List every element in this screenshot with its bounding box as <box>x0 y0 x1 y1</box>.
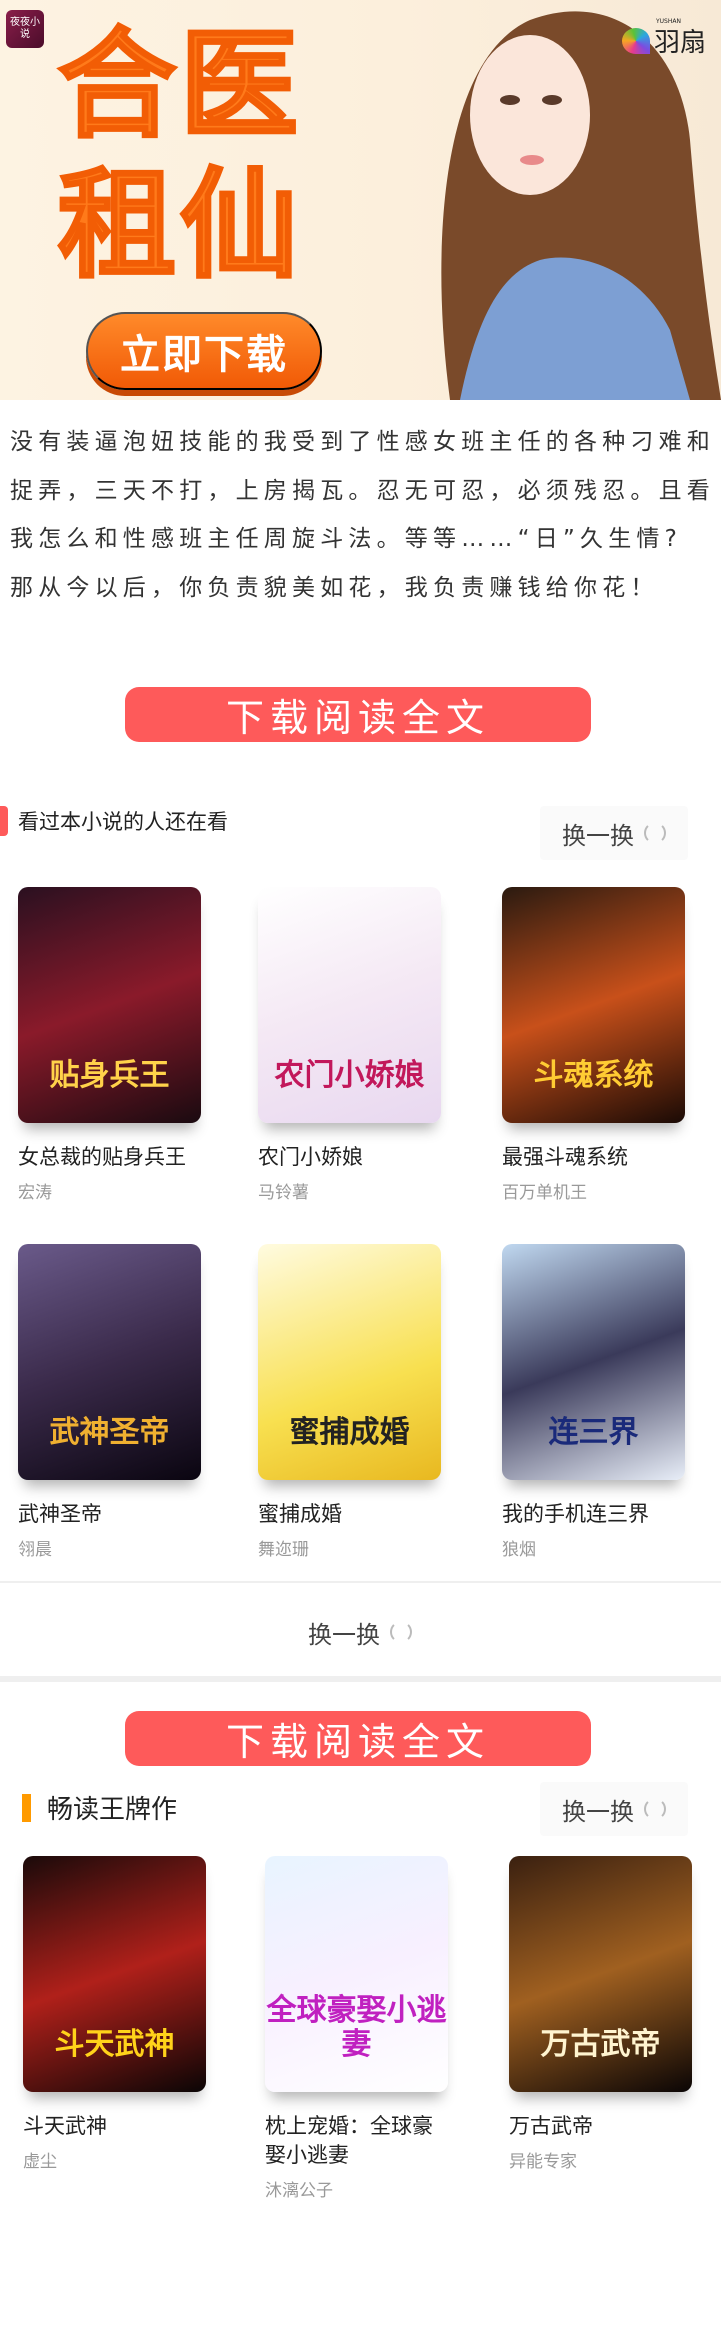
book-cover[interactable]: 斗魂系统 <box>502 887 685 1123</box>
book-title[interactable]: 枕上宠婚：全球豪娶小逃妻 <box>265 2112 445 2170</box>
section-divider <box>0 1676 721 1682</box>
book-card[interactable]: 斗魂系统 最强斗魂系统 百万单机王 <box>502 887 692 1203</box>
book-author: 宏涛 <box>18 1183 52 1203</box>
section-title: 畅读王牌作 <box>47 1795 178 1825</box>
cover-title-art: 武神圣帝 <box>49 1415 170 1450</box>
book-cover[interactable]: 万古武帝 <box>509 1856 692 2092</box>
swap-button-2[interactable]: 换一换 <box>540 1782 688 1836</box>
book-title[interactable]: 女总裁的贴身兵王 <box>18 1143 198 1172</box>
book-card[interactable]: 蜜捕成婚 蜜捕成婚 舞迩珊 <box>258 1244 448 1560</box>
book-cover[interactable]: 武神圣帝 <box>18 1244 201 1480</box>
book-author: 狼烟 <box>502 1540 536 1560</box>
book-title[interactable]: 万古武帝 <box>509 2112 689 2141</box>
book-author: 沐漓公子 <box>265 2181 333 2201</box>
banner-title-line1: 合医 <box>56 16 303 154</box>
book-title[interactable]: 最强斗魂系统 <box>502 1143 682 1172</box>
book-cover[interactable]: 全球豪娶小逃妻 <box>265 1856 448 2092</box>
book-author: 翎晨 <box>18 1540 52 1560</box>
book-title[interactable]: 蜜捕成婚 <box>258 1500 438 1529</box>
cover-title-art: 贴身兵王 <box>49 1058 170 1093</box>
book-card[interactable]: 全球豪娶小逃妻 枕上宠婚：全球豪娶小逃妻 沐漓公子 <box>265 1856 455 2201</box>
download-read-full-button[interactable]: 下载阅读全文 <box>125 687 591 742</box>
bottom-swap-button[interactable]: 换一换 <box>285 1605 435 1659</box>
book-author: 异能专家 <box>509 2152 577 2172</box>
book-card[interactable]: 斗天武神 斗天武神 虚尘 <box>23 1856 213 2172</box>
intro-paragraph-1: 没有装逼泡妞技能的我受到了性感女班主任的各种刁难和捉弄，三天不打，上房揭瓦。忍无… <box>10 429 715 552</box>
book-card[interactable]: 连三界 我的手机连三界 狼烟 <box>502 1244 692 1560</box>
book-cover[interactable]: 斗天武神 <box>23 1856 206 2092</box>
book-author: 百万单机王 <box>502 1183 587 1203</box>
banner-download-button[interactable]: 立即下载 <box>86 312 322 390</box>
section-accent-bar <box>22 1793 31 1822</box>
section-accent-bar <box>0 806 8 836</box>
section-header-featured: 畅读王牌作 <box>22 1789 177 1826</box>
cover-title-art: 蜜捕成婚 <box>289 1415 410 1450</box>
download-read-full-button-2[interactable]: 下载阅读全文 <box>125 1711 591 1766</box>
book-author: 舞迩珊 <box>258 1540 309 1560</box>
refresh-icon <box>644 822 666 844</box>
cover-title-art: 斗天武神 <box>54 2027 175 2062</box>
book-cover[interactable]: 连三界 <box>502 1244 685 1480</box>
swap-button[interactable]: 换一换 <box>540 806 688 860</box>
banner-girl-illustration <box>441 11 721 400</box>
cover-title-art: 斗魂系统 <box>533 1058 654 1093</box>
book-card[interactable]: 武神圣帝 武神圣帝 翎晨 <box>18 1244 208 1560</box>
swap-label: 换一换 <box>562 821 634 850</box>
divider <box>0 1581 721 1583</box>
cover-title-art: 连三界 <box>548 1415 639 1450</box>
app-logo: 夜夜小说 <box>6 10 44 48</box>
brand-en: YUSHAN <box>656 18 681 25</box>
book-title[interactable]: 斗天武神 <box>23 2112 203 2141</box>
section-title: 看过本小说的人还在看 <box>18 810 228 834</box>
banner-title-line2: 租仙 <box>56 156 303 294</box>
brand-name: 羽扇 <box>654 28 707 58</box>
intro-paragraph-2: 那从今以后，你负责貌美如花，我负责赚钱给你花！ <box>10 574 659 601</box>
book-author: 虚尘 <box>23 2152 57 2172</box>
yushan-fan-icon <box>622 27 650 54</box>
cover-title-art: 农门小娇娘 <box>274 1058 425 1093</box>
book-title[interactable]: 农门小娇娘 <box>258 1143 438 1172</box>
cover-title-art: 全球豪娶小逃妻 <box>266 1993 447 2062</box>
book-title[interactable]: 武神圣帝 <box>18 1500 198 1529</box>
book-card[interactable]: 贴身兵王 女总裁的贴身兵王 宏涛 <box>18 887 208 1203</box>
book-cover[interactable]: 贴身兵王 <box>18 887 201 1123</box>
book-card[interactable]: 万古武帝 万古武帝 异能专家 <box>509 1856 699 2172</box>
swap-label: 换一换 <box>562 1797 634 1826</box>
book-author: 马铃薯 <box>258 1183 309 1203</box>
yushan-logo: YUSHAN 羽扇 <box>622 18 707 59</box>
refresh-icon <box>644 1798 666 1820</box>
swap-label: 换一换 <box>308 1620 380 1649</box>
ad-banner[interactable]: 夜夜小说 合医 租仙 立即下载 YUSHAN 羽扇 <box>0 0 721 400</box>
book-cover[interactable]: 蜜捕成婚 <box>258 1244 441 1480</box>
novel-intro: 没有装逼泡妞技能的我受到了性感女班主任的各种刁难和捉弄，三天不打，上房揭瓦。忍无… <box>10 418 715 612</box>
book-title[interactable]: 我的手机连三界 <box>502 1500 682 1529</box>
cover-title-art: 万古武帝 <box>540 2027 661 2062</box>
refresh-icon <box>390 1621 412 1643</box>
book-cover[interactable]: 农门小娇娘 <box>258 887 441 1123</box>
book-card[interactable]: 农门小娇娘 农门小娇娘 马铃薯 <box>258 887 448 1203</box>
